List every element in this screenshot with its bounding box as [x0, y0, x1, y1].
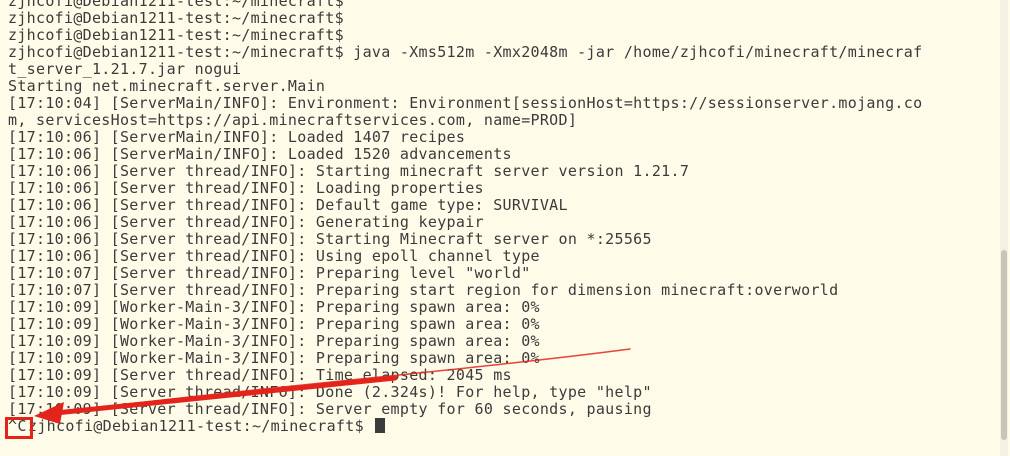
terminal-line: [17:10:06] [Server thread/INFO]: Generat… — [8, 213, 484, 231]
terminal-line: zjhcofi@Debian1211-test:~/minecraft$ — [8, 9, 344, 27]
terminal-line: [17:10:07] [Server thread/INFO]: Prepari… — [8, 264, 531, 282]
terminal-line: [17:10:06] [Server thread/INFO]: Startin… — [8, 162, 690, 180]
terminal-line: [17:10:06] [ServerMain/INFO]: Loaded 140… — [8, 128, 466, 146]
terminal-line: zjhcofi@Debian1211-test:~/minecraft$ jav… — [8, 43, 923, 61]
terminal-window[interactable]: zjhcofi@Debian1211-test:~/minecraft$ zjh… — [0, 0, 1010, 456]
terminal-line: [17:10:09] [Server thread/INFO]: Server … — [8, 400, 652, 418]
annotation-highlight-box — [5, 417, 33, 439]
terminal-line: [17:10:07] [Server thread/INFO]: Prepari… — [8, 281, 839, 299]
terminal-line: t_server_1.21.7.jar nogui — [8, 60, 242, 78]
terminal-line: [17:10:06] [Server thread/INFO]: Startin… — [8, 230, 652, 248]
shell-prompt: zjhcofi@Debian1211-test:~/minecraft$ — [28, 417, 374, 435]
terminal-line: [17:10:04] [ServerMain/INFO]: Environmen… — [8, 94, 923, 112]
terminal-line: Starting net.minecraft.server.Main — [8, 77, 326, 95]
terminal-line: [17:10:06] [Server thread/INFO]: Loading… — [8, 179, 484, 197]
terminal-line: [17:10:09] [Server thread/INFO]: Done (2… — [8, 383, 652, 401]
terminal-line: [17:10:09] [Worker-Main-3/INFO]: Prepari… — [8, 332, 540, 350]
terminal-output: zjhcofi@Debian1211-test:~/minecraft$ zjh… — [8, 0, 998, 435]
terminal-line: [17:10:06] [Server thread/INFO]: Default… — [8, 196, 568, 214]
terminal-line: zjhcofi@Debian1211-test:~/minecraft$ — [8, 26, 344, 44]
terminal-line: [17:10:09] [Worker-Main-3/INFO]: Prepari… — [8, 315, 540, 333]
terminal-line: [17:10:09] [Worker-Main-3/INFO]: Prepari… — [8, 349, 540, 367]
block-cursor-icon — [375, 418, 386, 433]
terminal-line: m, servicesHost=https://api.minecraftser… — [8, 111, 578, 129]
terminal-line: [17:10:09] [Server thread/INFO]: Time el… — [8, 366, 512, 384]
scrollbar-thumb[interactable] — [1001, 250, 1007, 440]
terminal-line: [17:10:09] [Worker-Main-3/INFO]: Prepari… — [8, 298, 540, 316]
terminal-line: [17:10:06] [ServerMain/INFO]: Loaded 152… — [8, 145, 512, 163]
terminal-line: [17:10:06] [Server thread/INFO]: Using e… — [8, 247, 540, 265]
terminal-prompt-line[interactable]: ^Czjhcofi@Debian1211-test:~/minecraft$ — [8, 418, 998, 435]
